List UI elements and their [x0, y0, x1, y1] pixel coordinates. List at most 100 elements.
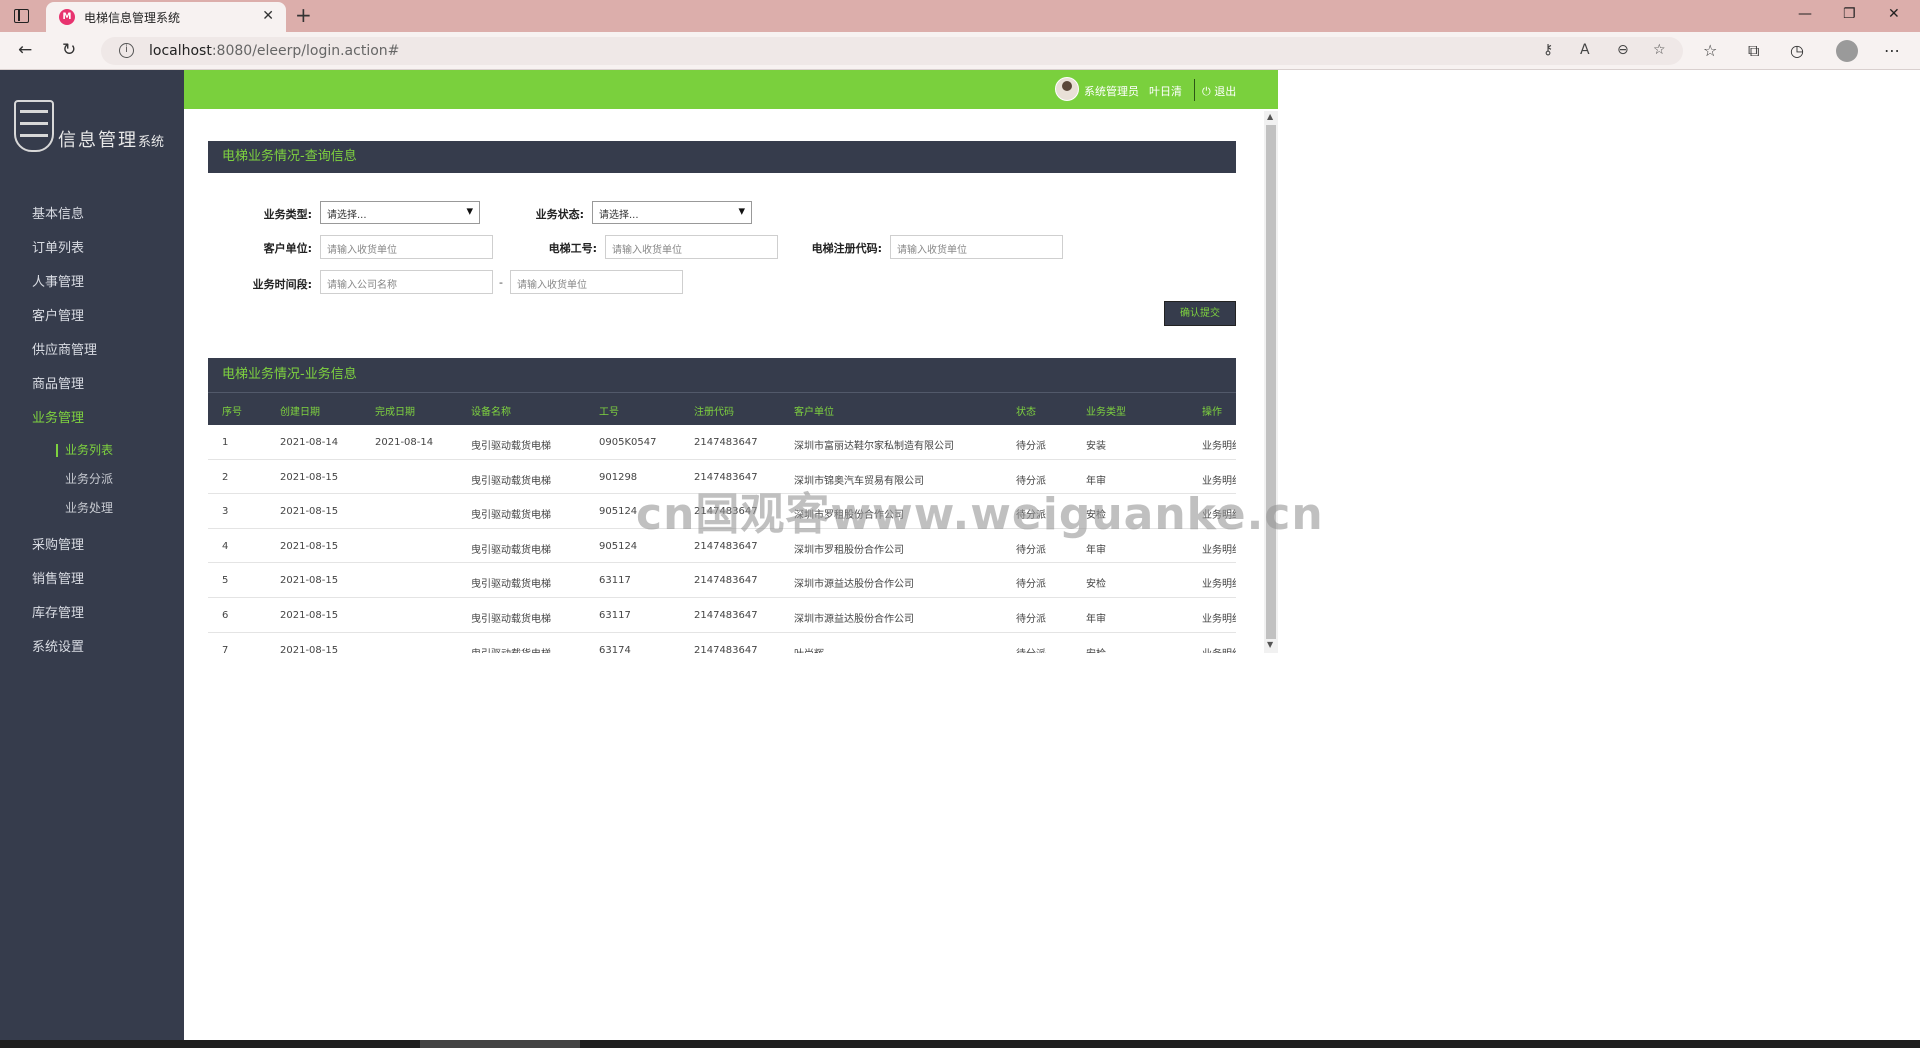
- more-menu-icon[interactable]: ⋯: [1884, 41, 1900, 60]
- site-info-icon[interactable]: i: [119, 43, 134, 58]
- cell-device: 曳引驱动载货电梯: [471, 441, 551, 452]
- sidebar-menu: 基本信息 订单列表 人事管理 客户管理 供应商管理 商品管理 业务管理 业务列表…: [0, 198, 184, 665]
- cell-job-no: 63117: [599, 575, 631, 587]
- cell-action[interactable]: 业务明细: [1202, 645, 1236, 653]
- job-no-input[interactable]: 请输入收货单位: [605, 235, 778, 259]
- table-header: 序号 创建日期 完成日期 设备名称 工号 注册代码 客户单位 状态 业务类型 操…: [208, 392, 1236, 425]
- reg-code-input[interactable]: 请输入收货单位: [890, 235, 1063, 259]
- cell-index: 5: [222, 575, 229, 587]
- sidebar-item-business[interactable]: 业务管理: [0, 402, 184, 436]
- tab-actions-icon[interactable]: [14, 9, 29, 23]
- divider: [1194, 79, 1195, 101]
- sidebar-item-sales[interactable]: 销售管理: [0, 563, 184, 597]
- top-bar: 系统管理员 叶日清 ⏻ 退出: [184, 70, 1278, 109]
- tab-close-icon[interactable]: ✕: [262, 8, 274, 24]
- zoom-out-icon[interactable]: ⊖: [1617, 42, 1629, 58]
- sidebar-subitem-business-process[interactable]: 业务处理: [0, 494, 184, 523]
- minimize-icon[interactable]: —: [1798, 6, 1812, 22]
- cell-device: 曳引驱动载货电梯: [471, 544, 551, 556]
- table-row: 5 2021-08-15 曳引驱动载货电梯 63117 2147483647 深圳市源益达…: [208, 563, 1236, 598]
- customer-label: 客户单位:: [263, 242, 312, 255]
- scroll-up-icon[interactable]: ▲: [1267, 112, 1273, 121]
- close-window-icon[interactable]: ✕: [1888, 6, 1900, 22]
- cell-reg-code: 2147483647: [694, 609, 758, 621]
- new-tab-icon[interactable]: +: [295, 3, 312, 27]
- cell-completed: 2021-08-14: [375, 437, 434, 448]
- col-created[interactable]: 创建日期: [280, 403, 320, 418]
- refresh-icon[interactable]: ↻: [62, 40, 76, 60]
- cell-action[interactable]: 业务明细: [1202, 541, 1236, 556]
- sidebar-item-customers[interactable]: 客户管理: [0, 300, 184, 334]
- address-bar[interactable]: i localhost:8080/eleerp/login.action# ⚷ …: [101, 37, 1683, 65]
- table-row: 6 2021-08-15 曳引驱动载货电梯 63117 2147483647 深圳市源益达…: [208, 598, 1236, 633]
- cell-action[interactable]: 业务明细: [1202, 610, 1236, 625]
- sidebar-item-hr[interactable]: 人事管理: [0, 266, 184, 300]
- col-device[interactable]: 设备名称: [471, 403, 511, 418]
- sidebar-item-products[interactable]: 商品管理: [0, 368, 184, 402]
- favorites-icon[interactable]: ☆: [1703, 41, 1717, 60]
- cell-customer: 深圳市罗租股份合作公司: [794, 544, 904, 556]
- cell-index: 1: [222, 437, 229, 448]
- period-start-input[interactable]: 请输入公司名称: [320, 270, 493, 294]
- period-dash: -: [499, 276, 503, 289]
- col-status[interactable]: 状态: [1016, 403, 1036, 418]
- sidebar-item-settings[interactable]: 系统设置: [0, 631, 184, 665]
- restore-icon[interactable]: ❐: [1843, 6, 1856, 22]
- logout-label: 退出: [1214, 85, 1237, 98]
- sidebar-item-purchase[interactable]: 采购管理: [0, 529, 184, 563]
- user-role: 系统管理员: [1084, 85, 1139, 98]
- cell-action[interactable]: 业务明细: [1202, 575, 1236, 590]
- biz-status-label: 业务状态:: [535, 208, 584, 221]
- sidebar-subitem-business-list[interactable]: 业务列表: [0, 436, 184, 465]
- collections-icon[interactable]: ⧉: [1748, 41, 1759, 61]
- cell-index: 2: [222, 471, 229, 483]
- col-biz-type[interactable]: 业务类型: [1086, 403, 1126, 418]
- cell-job-no: 63174: [599, 644, 631, 653]
- col-reg-code[interactable]: 注册代码: [694, 403, 734, 418]
- reg-code-label: 电梯注册代码:: [811, 242, 882, 255]
- logout-button[interactable]: ⏻ 退出: [1202, 83, 1236, 99]
- cell-job-no: 0905K0547: [599, 437, 657, 448]
- biz-type-select[interactable]: 请选择...: [320, 201, 480, 224]
- cell-reg-code: 2147483647: [694, 437, 758, 448]
- cell-status: 待分派: [1016, 579, 1046, 591]
- add-favorite-icon[interactable]: ☆: [1653, 42, 1666, 58]
- key-icon[interactable]: ⚷: [1543, 42, 1553, 58]
- cell-created: 2021-08-15: [280, 471, 339, 483]
- user-avatar: [1055, 77, 1079, 101]
- user-name: 叶日清: [1149, 85, 1182, 98]
- scroll-thumb[interactable]: [1266, 125, 1276, 639]
- biz-type-label: 业务类型:: [263, 208, 312, 221]
- col-action[interactable]: 操作: [1202, 403, 1222, 418]
- sidebar-item-suppliers[interactable]: 供应商管理: [0, 334, 184, 368]
- col-completed[interactable]: 完成日期: [375, 403, 415, 418]
- profile-avatar[interactable]: [1836, 40, 1858, 62]
- customer-input[interactable]: 请输入收货单位: [320, 235, 493, 259]
- sidebar: 信息管理系统 基本信息 订单列表 人事管理 客户管理 供应商管理 商品管理 业务…: [0, 70, 184, 1040]
- browser-tab[interactable]: M 电梯信息管理系统 ✕: [46, 2, 286, 32]
- scroll-down-icon[interactable]: ▼: [1267, 640, 1273, 649]
- col-job-no[interactable]: 工号: [599, 403, 619, 418]
- back-icon[interactable]: ←: [18, 40, 32, 60]
- cell-action[interactable]: 业务明细: [1202, 437, 1236, 452]
- sidebar-subitem-business-dispatch[interactable]: 业务分派: [0, 465, 184, 494]
- cell-biz-type: 安检: [1086, 645, 1106, 653]
- cell-job-no: 901298: [599, 471, 638, 483]
- col-customer[interactable]: 客户单位: [794, 403, 834, 418]
- sidebar-item-basic-info[interactable]: 基本信息: [0, 198, 184, 232]
- sidebar-item-inventory[interactable]: 库存管理: [0, 597, 184, 631]
- biz-status-select[interactable]: 请选择...: [592, 201, 752, 224]
- col-index[interactable]: 序号: [222, 403, 242, 418]
- cell-status: 待分派: [1016, 441, 1046, 452]
- content-scrollbar[interactable]: ▲ ▼: [1264, 111, 1278, 653]
- cell-created: 2021-08-15: [280, 506, 339, 518]
- cell-job-no: 905124: [599, 540, 638, 552]
- submit-button[interactable]: 确认提交: [1164, 301, 1236, 326]
- history-icon[interactable]: ◷: [1790, 41, 1804, 60]
- cell-status: 待分派: [1016, 645, 1046, 653]
- read-aloud-icon[interactable]: A: [1580, 42, 1590, 58]
- address-url: localhost:8080/eleerp/login.action#: [149, 43, 400, 59]
- table-row: 1 2021-08-14 2021-08-14 曳引驱动载货电梯 0905K0547 21…: [208, 425, 1236, 460]
- sidebar-item-order-list[interactable]: 订单列表: [0, 232, 184, 266]
- period-end-input[interactable]: 请输入收货单位: [510, 270, 683, 294]
